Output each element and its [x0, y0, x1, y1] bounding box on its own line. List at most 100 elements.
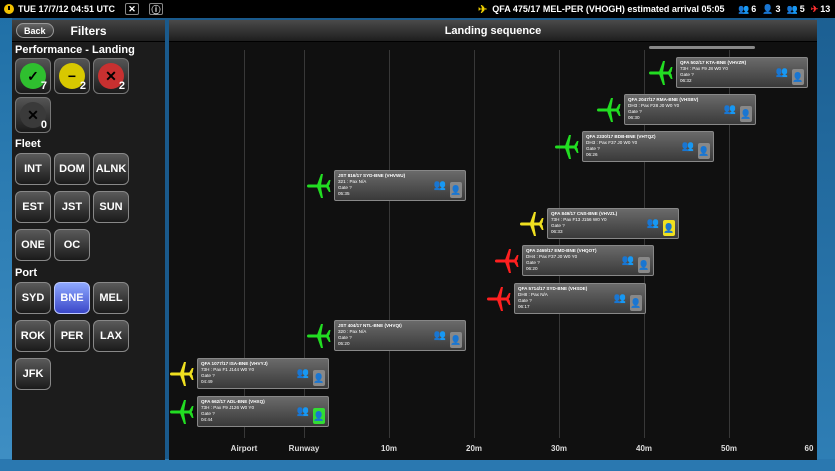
status-count: 👥 5 — [786, 4, 804, 15]
fleet-button-dom[interactable]: DOM — [54, 153, 90, 185]
flight-time: 05:35 — [338, 191, 350, 196]
agent-icon: 👤 — [450, 182, 462, 198]
clock-icon — [4, 4, 14, 14]
plane-red-icon: ✈ — [810, 3, 819, 14]
background-right — [815, 0, 835, 471]
flight-card[interactable]: QFA 662/17 ADL-BNE (VHXQ) 73H : Pax F9 J1… — [197, 396, 329, 427]
performance-filter-button[interactable]: ✕ 0 — [15, 97, 51, 133]
people-red-icon: 👥 — [738, 3, 750, 14]
flight-time: 06:26 — [586, 152, 598, 157]
status-counts: 👥 6 👤 3 👥 5 ✈ 13 — [738, 0, 830, 18]
status-count-value: 3 — [775, 4, 781, 14]
plane-icon[interactable] — [167, 360, 195, 388]
port-button-syd[interactable]: SYD — [15, 282, 51, 314]
wrench-icon[interactable]: ✕ — [125, 3, 140, 15]
performance-filter-button[interactable]: ✕ 2 — [93, 58, 129, 94]
status-count: 👤 3 — [762, 4, 780, 15]
people-red-icon: 👥 — [646, 218, 659, 229]
axis-label: 60 — [804, 444, 814, 453]
fleet-button-alnk[interactable]: ALNK — [93, 153, 129, 185]
port-button-mel[interactable]: MEL — [93, 282, 129, 314]
plane-icon[interactable] — [484, 285, 512, 313]
people-red-icon: 👥 — [296, 406, 309, 417]
port-filters: SYD BNE MEL ROK PER LAX JFK — [12, 282, 165, 390]
performance-label: Performance - Landing — [15, 44, 135, 56]
performance-count: 0 — [40, 119, 47, 131]
flight-time: 04:44 — [201, 417, 213, 422]
performance-count: 7 — [40, 80, 47, 92]
plane-icon[interactable] — [594, 96, 622, 124]
status-count: ✈ 13 — [811, 4, 831, 15]
flight-card[interactable]: QFA 2330/17 BDB-BNE (VHTQZ) DH3 : Pax F37… — [582, 131, 714, 162]
info-icon[interactable]: ⓘ — [149, 3, 164, 15]
people-red-icon: 👥 — [681, 141, 694, 152]
status-count-value: 5 — [799, 4, 805, 14]
flight-time: 06:17 — [518, 304, 530, 309]
axis-label: 30m — [550, 444, 568, 453]
people-grey-icon: 👥 — [433, 180, 446, 191]
flight-card[interactable]: QFA 1077/17 ISA-BNE (VHVYJ) 73H : Pax F1 … — [197, 358, 329, 389]
flight-card[interactable]: JST 816/17 SYD-BNE (VHVWU) 321 : Pax N/A G… — [334, 170, 466, 201]
plane-icon[interactable] — [304, 322, 332, 350]
plane-icon[interactable] — [552, 133, 580, 161]
timeline-gridline — [474, 50, 475, 438]
next-arrival[interactable]: ✈ QFA 475/17 MEL-PER (VHOGH) estimated a… — [478, 0, 724, 18]
fleet-button-sun[interactable]: SUN — [93, 191, 129, 223]
people-yellow-icon: 👥 — [723, 104, 736, 115]
agent-icon: 👤 — [698, 143, 710, 159]
axis-label: Runway — [288, 444, 320, 453]
fleet-button-oc[interactable]: OC — [54, 229, 90, 261]
people-yellow-icon: 👥 — [621, 255, 634, 266]
status-count: 👥 6 — [738, 4, 756, 15]
fleet-button-int[interactable]: INT — [15, 153, 51, 185]
flight-time: 05:20 — [338, 341, 350, 346]
port-button-per[interactable]: PER — [54, 320, 90, 352]
flight-card[interactable]: QFA 2469/17 EMD-BNE (VHQOT) DH4 : Pax F37… — [522, 245, 654, 276]
agent-icon: 👤 — [630, 295, 642, 311]
plane-icon[interactable] — [517, 210, 545, 238]
performance-filter-button[interactable]: ✓ 7 — [15, 58, 51, 94]
person-yellow-icon: 👤 — [762, 3, 774, 14]
agent-icon: 👤 — [450, 332, 462, 348]
flight-time: 04:49 — [201, 379, 213, 384]
port-button-bne[interactable]: BNE — [54, 282, 90, 314]
flight-time: 06:32 — [680, 78, 692, 83]
background-bottom — [0, 459, 835, 471]
filters-panel: Back Filters Performance - Landing ✓ 7−2 ✕… — [12, 20, 165, 460]
axis-label: 10m — [380, 444, 398, 453]
fleet-button-jst[interactable]: JST — [54, 191, 90, 223]
plane-icon[interactable] — [646, 59, 674, 87]
landing-sequence-panel: Landing sequence Airport Runway 10m 20m 30m 4… — [169, 20, 817, 460]
port-button-rok[interactable]: ROK — [15, 320, 51, 352]
people-grey-icon: 👥 — [613, 293, 626, 304]
top-status-bar: TUE 17/7/12 04:51 UTC ✕ ⓘ ✈ QFA 475/17 M… — [0, 0, 835, 18]
flight-card[interactable]: QFA 2047/17 RMA-BNE (VHSBV) DH3 : Pax F28… — [624, 94, 756, 125]
axis-label: 40m — [635, 444, 653, 453]
scroll-indicator[interactable] — [649, 46, 755, 49]
axis-label: 20m — [465, 444, 483, 453]
flight-card[interactable]: QFA 5714/17 SYD-BNE (VHSDE) DH8 : Pax N/A… — [514, 283, 646, 314]
back-button[interactable]: Back — [16, 23, 54, 38]
datetime: TUE 17/7/12 04:51 UTC — [18, 4, 116, 14]
agent-icon: 👤 — [663, 220, 675, 236]
flight-time: 06:33 — [551, 229, 563, 234]
plane-icon[interactable] — [167, 398, 195, 426]
flight-card[interactable]: QFA 502/17 KTA-BNE (VHVZR) 73H : Pax F9 J… — [676, 57, 808, 88]
flight-card[interactable]: QFA 849/17 CNS-BNE (VHVZL) 73H : Pax F13 … — [547, 208, 679, 239]
axis-label: 50m — [720, 444, 738, 453]
plane-icon[interactable] — [492, 247, 520, 275]
fleet-button-one[interactable]: ONE — [15, 229, 51, 261]
fleet-button-est[interactable]: EST — [15, 191, 51, 223]
plane-icon[interactable] — [304, 172, 332, 200]
port-button-lax[interactable]: LAX — [93, 320, 129, 352]
next-arrival-text: QFA 475/17 MEL-PER (VHOGH) estimated arr… — [492, 4, 725, 14]
landing-sequence-title: Landing sequence — [169, 20, 817, 42]
timeline-gridline — [559, 50, 560, 438]
flight-card[interactable]: JST 404/17 NTL-BNE (VHVQI) 320 : Pax N/A G… — [334, 320, 466, 351]
flight-time: 06:20 — [526, 266, 538, 271]
plane-icon: ✈ — [478, 3, 488, 16]
performance-filter-button[interactable]: −2 — [54, 58, 90, 94]
status-count-value: 6 — [751, 4, 757, 14]
performance-count: 2 — [79, 80, 86, 92]
port-button-jfk[interactable]: JFK — [15, 358, 51, 390]
